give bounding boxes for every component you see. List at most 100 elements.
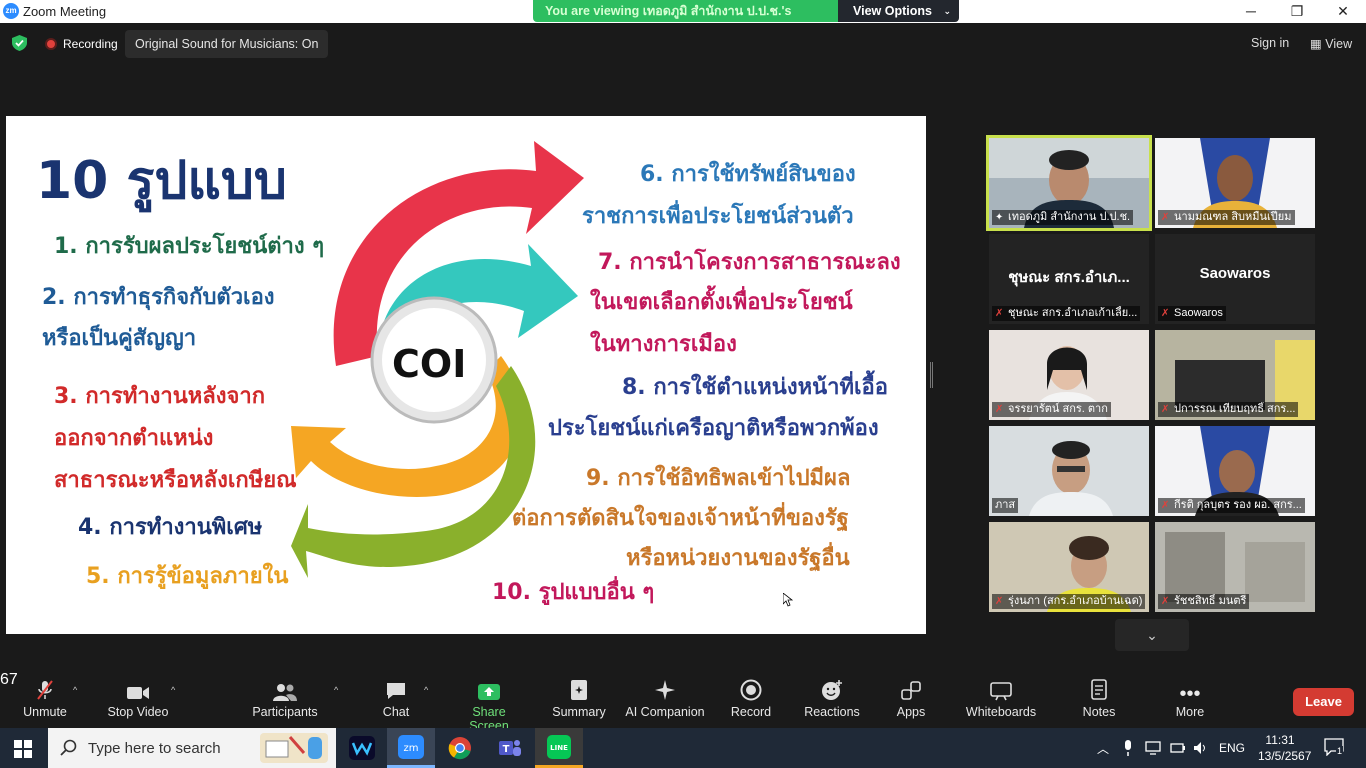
stop-video-button[interactable]: Stop Video (106, 679, 170, 719)
leave-button[interactable]: Leave (1293, 688, 1354, 716)
unmute-label: Unmute (23, 705, 67, 719)
participant-tile[interactable]: ภาส (989, 426, 1149, 516)
chat-button[interactable]: Chat (380, 679, 412, 719)
chat-options-caret[interactable]: ^ (424, 685, 428, 695)
shield-icon[interactable] (12, 35, 27, 51)
coi-center-label: COI (392, 342, 467, 386)
unmute-button[interactable]: Unmute (22, 679, 68, 719)
share-screen-icon (452, 679, 526, 701)
tray-chevron-up-icon[interactable]: ︿ (1097, 740, 1109, 757)
svg-text:LINE: LINE (550, 744, 568, 752)
notes-label: Notes (1082, 705, 1116, 719)
participant-tile[interactable]: ✦ เทอดภูมิ สำนักงาน ป.ป.ช. (986, 135, 1152, 231)
participant-name: รุ่งนภา (สกร.อำเภอบ้านเฉด) (1008, 595, 1143, 607)
summary-button[interactable]: Summary (550, 679, 608, 719)
participants-options-caret[interactable]: ^ (334, 685, 338, 695)
chat-bubble-icon (380, 679, 412, 701)
panel-resize-handle[interactable] (930, 362, 933, 388)
notes-icon (1080, 679, 1118, 701)
sign-in-button[interactable]: Sign in (1251, 36, 1289, 50)
notification-center-button[interactable]: 1 (1324, 738, 1346, 758)
participant-name-label: ✗ รัชชสิทธิ์ มนตรี (1158, 594, 1250, 609)
view-button[interactable]: ▦ View (1310, 36, 1352, 51)
video-options-caret[interactable]: ^ (171, 685, 175, 695)
participant-name: ชุษณะ สกร.อำเภอเก้าเลี้ย... (1008, 307, 1138, 319)
mic-muted-icon: ✗ (1161, 308, 1170, 319)
slide-item: สาธารณะหรือหลังเกษียณ (54, 468, 297, 493)
window-titlebar: zm Zoom Meeting You are viewing เทอดภูมิ… (0, 0, 1366, 23)
slide-item: 7. การนำโครงการสาธารณะลง (598, 250, 901, 275)
participant-tile[interactable]: ✗ จรรยารัตน์ สกร. ตาก (989, 330, 1149, 420)
recording-label: Recording (63, 37, 118, 51)
taskbar-clock[interactable]: 11:31 13/5/2567 (1258, 732, 1312, 764)
summary-icon (550, 679, 608, 701)
restore-button[interactable]: ❐ (1274, 0, 1320, 23)
participant-tile[interactable]: ✗ กีรติ กุลบุตร รอง ผอ. สกร... (1155, 426, 1315, 516)
participant-name-label: ✗ ชุษณะ สกร.อำเภอเก้าเลี้ย... (992, 306, 1141, 321)
grid-icon: ▦ (1310, 37, 1326, 51)
slide-item: 9. การใช้อิทธิพลเข้าไปมีผล (586, 466, 851, 491)
participant-bigname: ชุษณะ สกร.อำเภ... (1008, 269, 1130, 286)
gallery-next-page-button[interactable]: ⌄ (1115, 619, 1189, 651)
language-indicator[interactable]: ENG (1219, 741, 1245, 755)
svg-text:zm: zm (404, 743, 419, 754)
slide-item: 5. การรู้ข้อมูลภายใน (86, 564, 289, 589)
search-icon (60, 739, 77, 756)
participant-name: ภาส (995, 499, 1016, 511)
original-sound-status[interactable]: Original Sound for Musicians: On (125, 30, 329, 58)
taskbar-app-webex-icon[interactable] (338, 728, 386, 768)
record-dot-icon (45, 38, 57, 50)
pin-icon: ✦ (995, 212, 1004, 223)
windows-start-icon[interactable] (14, 740, 32, 758)
notes-button[interactable]: Notes (1080, 679, 1118, 719)
participant-tile[interactable]: ✗ รุ่งนภา (สกร.อำเภอบ้านเฉด) (989, 522, 1149, 612)
volume-tray-icon[interactable] (1193, 741, 1209, 755)
reactions-button[interactable]: Reactions (804, 679, 860, 719)
recording-indicator[interactable]: Recording (45, 37, 118, 51)
record-button[interactable]: Record (730, 679, 772, 719)
chevron-down-icon: ⌄ (1146, 627, 1158, 643)
slide-item: หรือเป็นคู่สัญญา (42, 326, 197, 351)
microphone-tray-icon[interactable] (1123, 740, 1133, 756)
participant-tile[interactable]: ชุษณะ สกร.อำเภ... ✗ ชุษณะ สกร.อำเภอเก้าเล… (989, 234, 1149, 324)
ai-companion-button[interactable]: AI Companion (624, 679, 706, 719)
view-options-button[interactable]: View Options ⌄ (838, 0, 959, 22)
participant-name-label: ✗ Saowaros (1158, 306, 1226, 321)
audio-options-caret[interactable]: ^ (73, 685, 77, 695)
taskbar-app-zoom-icon[interactable]: zm (387, 728, 435, 768)
close-button[interactable]: ✕ (1320, 0, 1366, 23)
share-screen-button[interactable]: Share Screen (452, 679, 526, 733)
slide-title: 10 รูปแบบ (36, 151, 287, 211)
taskbar-search-box[interactable]: Type here to search (48, 728, 336, 768)
window-controls: ─ ❐ ✕ (1228, 0, 1366, 23)
record-icon (730, 679, 772, 701)
more-button[interactable]: ••• More (1172, 679, 1208, 719)
participant-tile[interactable]: ✗ นามมณฑล สิบหมื่นเปี่ยม (1155, 138, 1315, 228)
minimize-button[interactable]: ─ (1228, 0, 1274, 23)
clock-date: 13/5/2567 (1258, 749, 1312, 763)
slide-item: ออกจากตำแหน่ง (54, 426, 214, 451)
participant-name-label: ✗ นามมณฑล สิบหมื่นเปี่ยม (1158, 210, 1295, 225)
slide-item: ราชการเพื่อประโยชน์ส่วนตัว (582, 204, 854, 229)
participant-tile[interactable]: ✗ ปการรณ เทียบฤทธิ์ สกร... (1155, 330, 1315, 420)
participant-name-label: ✗ รุ่งนภา (สกร.อำเภอบ้านเฉด) (992, 594, 1146, 609)
whiteboards-label: Whiteboards (965, 705, 1037, 719)
chat-label: Chat (382, 705, 410, 719)
more-dots-icon: ••• (1179, 683, 1201, 705)
whiteboards-button[interactable]: Whiteboards (964, 679, 1038, 719)
taskbar-app-chrome-icon[interactable] (436, 728, 484, 768)
battery-tray-icon[interactable] (1170, 742, 1186, 754)
participant-tile[interactable]: ✗ รัชชสิทธิ์ มนตรี (1155, 522, 1315, 612)
network-tray-icon[interactable] (1145, 741, 1161, 755)
apps-button[interactable]: Apps (895, 679, 927, 719)
participants-button[interactable]: Participants (252, 679, 318, 719)
slide-item: ประโยชน์แก่เครือญาติหรือพวกพ้อง (548, 416, 879, 441)
summary-label: Summary (552, 705, 606, 719)
taskbar-app-line-icon[interactable]: LINE (535, 728, 583, 768)
participant-tile[interactable]: Saowaros ✗ Saowaros (1155, 234, 1315, 324)
mic-muted-icon: ✗ (1161, 596, 1170, 607)
participant-bigname: Saowaros (1199, 265, 1271, 282)
slide-item: 10. รูปแบบอื่น ๆ (492, 580, 655, 605)
slide-item: 8. การใช้ตำแหน่งหน้าที่เอื้อ (622, 375, 888, 400)
taskbar-app-teams-icon[interactable]: T (486, 728, 534, 768)
